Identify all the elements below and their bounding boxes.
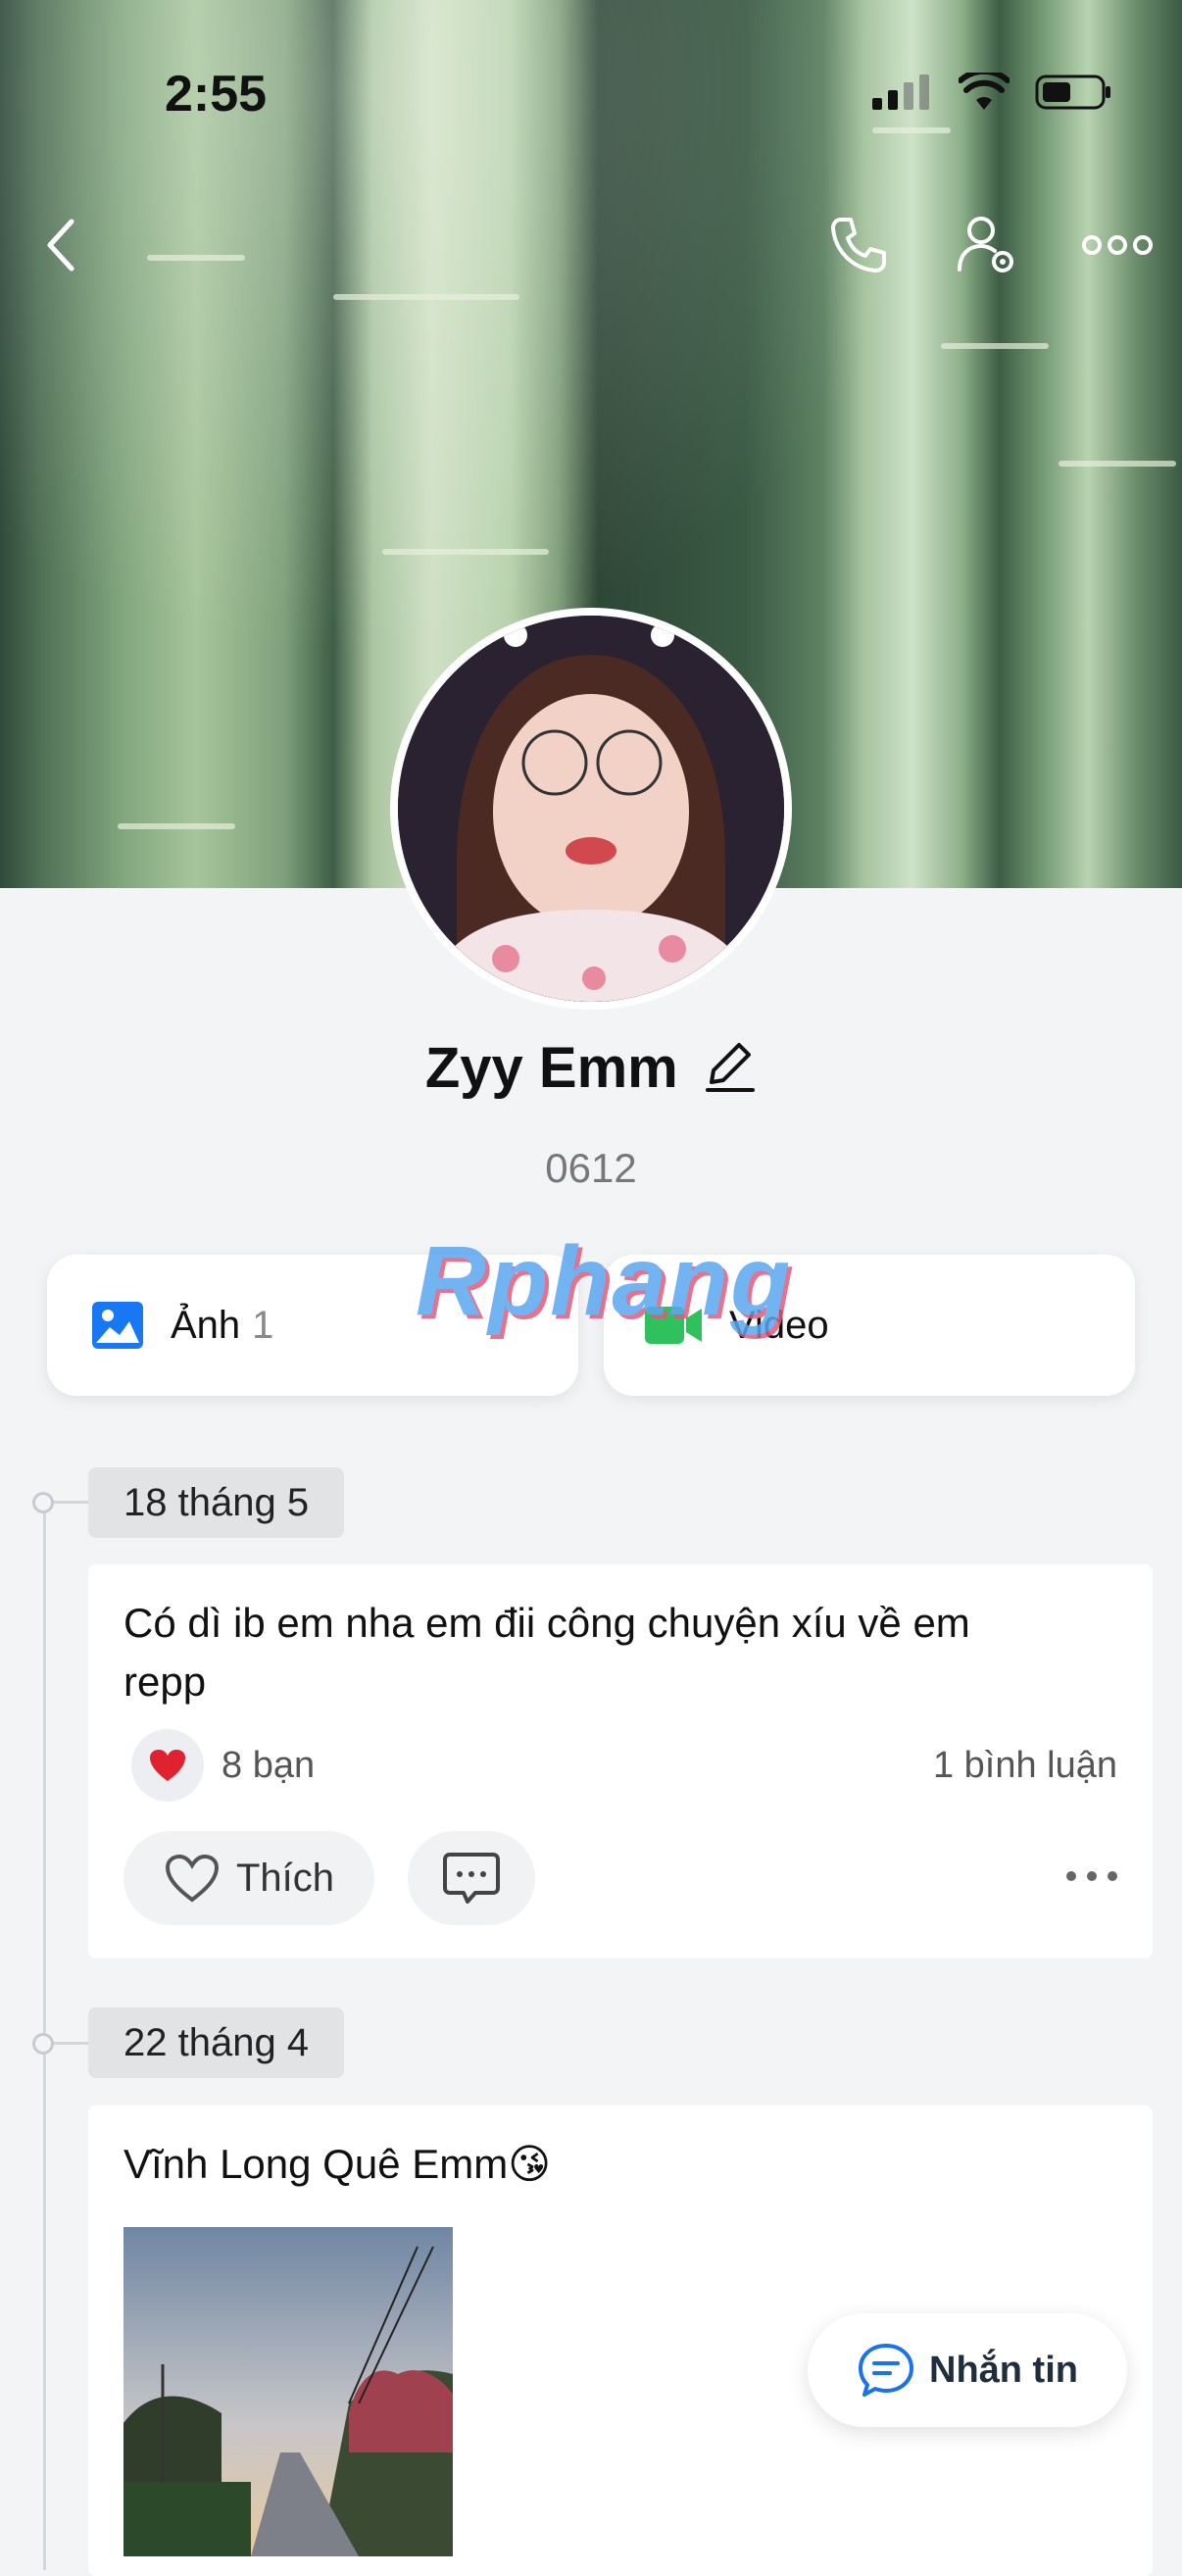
post-text: Vĩnh Long Quê Emm😘 (123, 2141, 551, 2187)
photos-count: 1 (252, 1303, 274, 1347)
chat-bubble-icon (859, 2344, 913, 2397)
message-button[interactable]: Nhắn tin (808, 2313, 1127, 2427)
post-photo[interactable] (123, 2227, 453, 2556)
back-button[interactable] (22, 196, 100, 294)
profile-name: Zyy Emm (424, 1036, 678, 1100)
profile-name-row: Zyy Emm (0, 1035, 1182, 1101)
post-date-chip: 22 tháng 4 (88, 2007, 345, 2078)
profile-bio: 0612 (545, 1145, 637, 1191)
avatar-image (398, 616, 784, 1002)
post-date-chip: 18 tháng 5 (88, 1467, 345, 1538)
post-text-line-1: Có dì ib em nha em đii công chuyện xíu v… (123, 1600, 970, 1646)
like-button[interactable]: Thích (123, 1831, 374, 1925)
timeline-connector (54, 1501, 93, 1504)
status-icons (872, 73, 1113, 112)
road-landscape-image (123, 2227, 453, 2556)
phone-icon (831, 218, 886, 272)
reaction-count[interactable]: 8 bạn (222, 1745, 315, 1787)
comment-icon (443, 1853, 500, 1904)
post-more-button[interactable] (1064, 1849, 1119, 1893)
profile-settings-button[interactable] (949, 196, 1027, 294)
heart-icon (150, 1750, 185, 1781)
signal-icon (872, 74, 929, 110)
more-icon (1082, 235, 1153, 255)
call-button[interactable] (819, 196, 898, 294)
more-horizontal-icon (1066, 1871, 1117, 1881)
pencil-icon (706, 1043, 756, 1092)
top-navigation (0, 196, 1182, 294)
photos-label: Ảnh (171, 1303, 241, 1347)
post-text-line-2: repp (123, 1659, 207, 1705)
post-card: Có dì ib em nha em đii công chuyện xíu v… (88, 1564, 1153, 1958)
comment-count[interactable]: 1 bình luận (933, 1745, 1117, 1787)
heart-outline-icon (165, 1854, 219, 1903)
photo-icon (92, 1302, 143, 1349)
message-label: Nhắn tin (929, 2349, 1078, 2391)
timeline-connector (54, 2042, 93, 2045)
wifi-icon (959, 73, 1010, 110)
like-label: Thích (235, 1856, 335, 1900)
watermark-logo: Rphang (416, 1226, 793, 1336)
status-time: 2:55 (165, 66, 268, 123)
more-options-button[interactable] (1078, 196, 1157, 294)
reaction-icon[interactable] (131, 1729, 204, 1802)
comment-button[interactable] (408, 1831, 535, 1925)
edit-name-button[interactable] (704, 1037, 757, 1099)
status-bar: 2:55 (0, 0, 1182, 127)
timeline-dot (32, 1492, 54, 1513)
battery-icon (1035, 74, 1110, 110)
chevron-left-icon (47, 219, 74, 272)
avatar[interactable] (390, 608, 792, 1010)
user-settings-icon (958, 217, 1013, 272)
timeline-dot (32, 2033, 54, 2055)
